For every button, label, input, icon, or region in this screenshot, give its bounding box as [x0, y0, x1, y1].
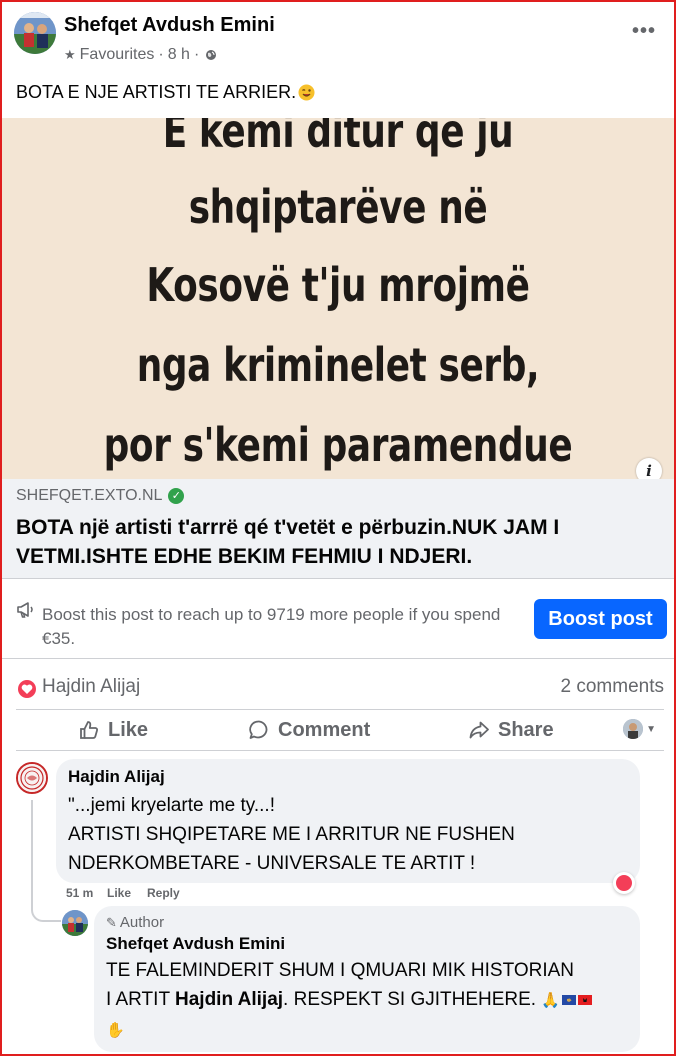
audience-label[interactable]: Favourites	[80, 46, 155, 64]
image-text-line: Kosovë t'ju mrojmë	[146, 258, 530, 312]
love-reaction-icon[interactable]	[18, 680, 36, 698]
boost-text: Boost this post to reach up to 9719 more…	[42, 605, 501, 648]
comment-text-line: NDERKOMBETARE - UNIVERSALE TE ARTIT !	[68, 853, 476, 874]
reply-text-suffix: . RESPEKT SI GJITHEHERE.	[283, 989, 537, 1010]
more-options-icon[interactable]: •••	[632, 20, 656, 43]
author-avatar[interactable]	[14, 12, 56, 54]
comment-love-reaction-icon[interactable]	[613, 872, 635, 894]
post-time[interactable]: 8 h	[168, 46, 190, 64]
comment-author[interactable]: Hajdin Alijaj	[68, 767, 165, 787]
reply-author[interactable]: Shefqet Avdush Emini	[106, 934, 285, 954]
post-meta: ★ Favourites · 8 h ·	[64, 46, 217, 64]
kosovo-flag-icon	[562, 995, 577, 1005]
raised-hand-icon: ✋	[106, 1022, 125, 1039]
albania-flag-icon	[578, 995, 593, 1005]
chevron-down-icon: ▼	[646, 723, 656, 735]
star-icon: ★	[64, 47, 76, 62]
reply-text-line-2: I ARTIT Hajdin Alijaj. RESPEKT SI GJITHE…	[106, 985, 593, 1015]
meta-separator: ·	[158, 46, 164, 63]
comment-button[interactable]: Comment	[248, 710, 370, 750]
post-text: BOTA E NJE ARTISTI TE ARRIER.	[16, 82, 315, 103]
comment-reply-link[interactable]: Reply	[147, 886, 180, 900]
thumbs-up-icon	[80, 721, 98, 739]
author-badge: ✎ Author	[106, 914, 164, 931]
reply-author-avatar[interactable]	[62, 910, 88, 936]
image-text-line: shqiptarëve në	[188, 180, 488, 234]
comment-label: Comment	[278, 718, 371, 741]
comment-bubble-icon	[249, 720, 268, 739]
post-header: Shefqet Avdush Emini ★ Favourites · 8 h …	[2, 2, 674, 74]
reply-bubble: ✎ Author Shefqet Avdush Emini TE FALEMIN…	[94, 906, 640, 1052]
author-badge-label: Author	[119, 914, 165, 931]
comments-count[interactable]: 2 comments	[561, 676, 664, 698]
image-text-line: nga kriminelet serb,	[136, 338, 540, 392]
wink-emoji-icon	[298, 84, 315, 101]
post-action-bar: Like Comment Share ▼	[16, 709, 664, 751]
comment-bubble: Hajdin Alijaj "...jemi kryelarte me ty..…	[56, 759, 640, 883]
image-text-line: E kemi ditur që ju	[162, 118, 514, 158]
pencil-icon: ✎	[106, 914, 117, 930]
share-arrow-icon	[469, 721, 489, 739]
react-as-avatar	[623, 719, 644, 739]
link-domain-row: SHEFQET.EXTO.NL ✓	[16, 487, 185, 505]
comment-text-line: ARTISTI SHQIPETARE ME I ARRITUR NE FUSHE…	[68, 824, 515, 845]
reactions-summary: Hajdin Alijaj 2 comments	[2, 662, 674, 710]
image-text-line: por s'kemi paramendue	[103, 418, 573, 472]
reply-text-prefix: I ARTIT	[106, 989, 175, 1010]
meta-separator-2: ·	[193, 46, 200, 63]
commenter-avatar[interactable]	[16, 762, 48, 794]
link-title[interactable]: BOTA një artisti t'arrrë qé t'vetët e pë…	[16, 513, 662, 571]
comment-time[interactable]: 51 m	[66, 886, 93, 900]
mentioned-user[interactable]: Hajdin Alijaj	[175, 989, 283, 1010]
share-button[interactable]: Share	[468, 710, 554, 750]
megaphone-icon	[17, 602, 33, 618]
shared-image[interactable]: E kemi ditur që ju shqiptarëve në Kosovë…	[2, 118, 674, 480]
reply-text-line: TE FALEMINDERIT SHUM I QMUARI MIK HISTOR…	[106, 960, 575, 981]
globe-icon	[206, 50, 217, 60]
react-as-selector[interactable]: ▼	[623, 719, 656, 739]
boost-post-button[interactable]: Boost post	[534, 599, 667, 639]
comment-text-line: "...jemi kryelarte me ty...!	[68, 795, 275, 816]
link-domain: SHEFQET.EXTO.NL	[16, 487, 163, 504]
folded-hands-icon: 🙏	[541, 992, 561, 1009]
reactor-name[interactable]: Hajdin Alijaj	[42, 676, 140, 698]
post-text-content: BOTA E NJE ARTISTI TE ARRIER.	[16, 82, 297, 102]
like-button[interactable]: Like	[78, 710, 148, 750]
comment-like-link[interactable]: Like	[107, 886, 131, 900]
link-preview[interactable]: SHEFQET.EXTO.NL ✓ BOTA një artisti t'arr…	[2, 479, 674, 579]
facebook-post: Shefqet Avdush Emini ★ Favourites · 8 h …	[2, 2, 674, 1054]
boost-section: Boost this post to reach up to 9719 more…	[2, 579, 674, 659]
post-author-name[interactable]: Shefqet Avdush Emini	[64, 14, 275, 37]
verified-check-icon: ✓	[168, 488, 185, 504]
like-label: Like	[108, 718, 149, 741]
share-label: Share	[498, 718, 554, 741]
